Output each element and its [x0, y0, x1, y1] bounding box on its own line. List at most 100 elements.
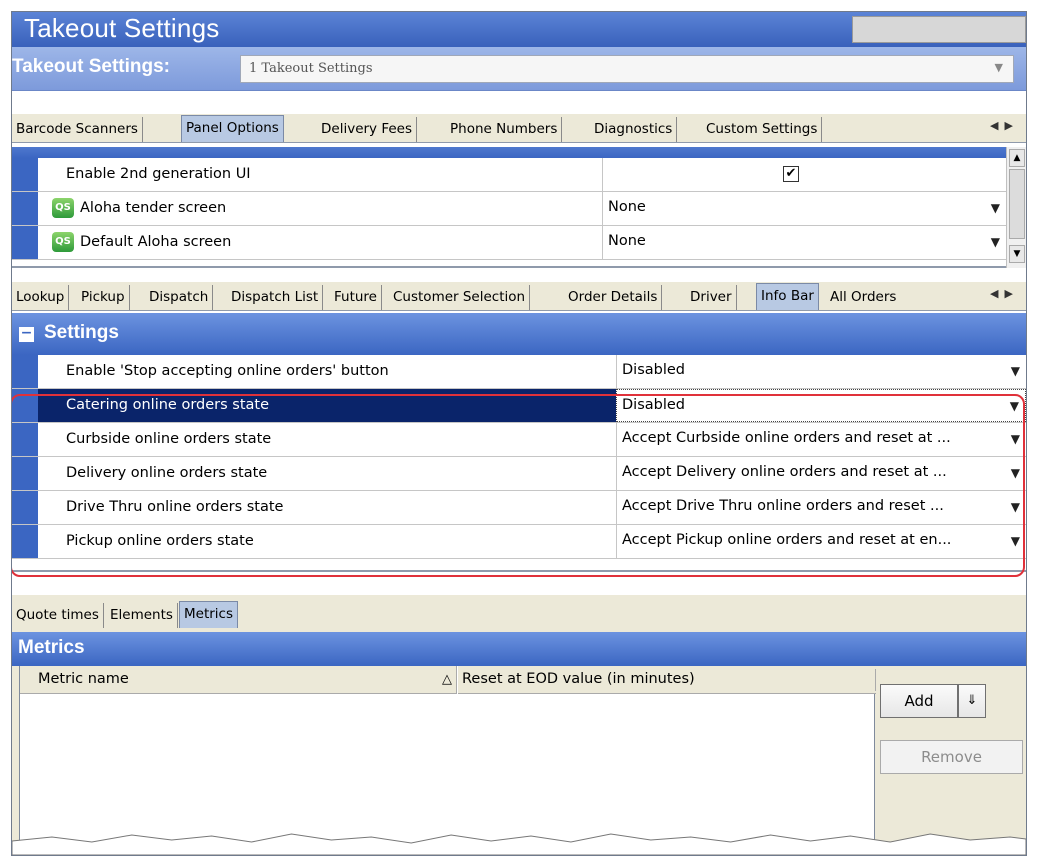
remove-button[interactable]: Remove [880, 740, 1023, 774]
tab-barcode-scanners[interactable]: Barcode Scanners [12, 117, 143, 142]
settings-row[interactable]: Catering online orders state Disabled ▼ [12, 389, 1026, 423]
property-name: Aloha tender screen [80, 200, 227, 216]
settings-group-header[interactable]: − Settings [12, 313, 1026, 355]
tab-dispatch-list[interactable]: Dispatch List [227, 285, 324, 310]
tab-metrics[interactable]: Metrics [179, 601, 239, 628]
row-gutter [12, 491, 38, 524]
tab-quote-times[interactable]: Quote times [12, 603, 104, 628]
column-divider [875, 669, 876, 691]
column-header-metric-name[interactable]: Metric name △ [20, 666, 457, 694]
curbside-orders-state-dropdown[interactable]: Accept Curbside online orders and reset … [616, 423, 1026, 456]
property-name: Default Aloha screen [80, 234, 232, 250]
chevron-down-icon: ▼ [994, 61, 1003, 74]
scroll-thumb[interactable] [1009, 169, 1025, 239]
property-name: Drive Thru online orders state [66, 499, 284, 515]
takeout-settings-dropdown[interactable]: 1 Takeout Settings ▼ [240, 55, 1014, 83]
tab-scroll-arrows-icon[interactable]: ◀▶ [990, 119, 1019, 132]
selector-label: Takeout Settings: [12, 56, 170, 77]
panel-options-scrollbar[interactable]: ▲ ▼ [1006, 147, 1026, 268]
row-gutter [12, 457, 38, 490]
tab-diagnostics[interactable]: Diagnostics [590, 117, 678, 142]
row-gutter [12, 355, 38, 388]
property-name: Curbside online orders state [66, 431, 272, 447]
row-gutter [12, 525, 38, 558]
settings-grid: − Settings Enable 'Stop accepting online… [12, 313, 1026, 572]
chevron-down-icon: ▼ [1010, 500, 1020, 514]
chevron-down-icon: ▼ [990, 201, 1000, 215]
chevron-down-icon: ▼ [1010, 466, 1020, 480]
top-tab-strip: Barcode Scanners Panel Options Delivery … [12, 114, 1026, 143]
property-value: Accept Drive Thru online orders and rese… [622, 498, 944, 514]
middle-tab-strip: Lookup Pickup Dispatch Dispatch List Fut… [12, 282, 1026, 311]
tab-order-details[interactable]: Order Details [564, 285, 663, 310]
tab-future[interactable]: Future [330, 285, 382, 310]
tab-dispatch[interactable]: Dispatch [145, 285, 214, 310]
tab-driver[interactable]: Driver [686, 285, 737, 310]
chevron-down-icon: ▼ [1010, 534, 1020, 548]
tab-delivery-fees[interactable]: Delivery Fees [317, 117, 417, 142]
property-value: Accept Pickup online orders and reset at… [622, 532, 952, 548]
add-button[interactable]: Add [880, 684, 958, 718]
panel-options-group-header [12, 147, 1006, 158]
selector-row: Takeout Settings: 1 Takeout Settings ▼ [12, 47, 1026, 91]
chevron-down-icon: ▼ [990, 235, 1000, 249]
drive-thru-orders-state-dropdown[interactable]: Accept Drive Thru online orders and rese… [616, 491, 1026, 524]
tab-elements[interactable]: Elements [106, 603, 178, 628]
column-label: Reset at EOD value (in minutes) [462, 671, 695, 687]
window-title: Takeout Settings [24, 13, 220, 43]
selector-value: 1 Takeout Settings [249, 61, 373, 76]
settings-row[interactable]: Drive Thru online orders state Accept Dr… [12, 491, 1026, 525]
row-gutter [12, 192, 38, 225]
tab-lookup[interactable]: Lookup [12, 285, 70, 310]
tab-info-bar[interactable]: Info Bar [756, 283, 819, 310]
settings-row[interactable]: Delivery online orders state Accept Deli… [12, 457, 1026, 491]
property-name: Delivery online orders state [66, 465, 268, 481]
chevron-down-icon: ▼ [1010, 364, 1020, 378]
property-name: Enable 2nd generation UI [66, 166, 251, 182]
row-gutter [12, 226, 38, 259]
column-header-reset-value[interactable]: Reset at EOD value (in minutes) [458, 666, 876, 694]
tab-pickup[interactable]: Pickup [77, 285, 130, 310]
tab-customer-selection[interactable]: Customer Selection [389, 285, 531, 310]
pickup-orders-state-dropdown[interactable]: Accept Pickup online orders and reset at… [616, 525, 1026, 558]
column-label: Metric name [38, 671, 129, 687]
property-value: None [608, 233, 646, 249]
property-value: Accept Delivery online orders and reset … [622, 464, 947, 480]
torn-edge [12, 833, 1026, 855]
catering-orders-state-dropdown[interactable]: Disabled ▼ [616, 389, 1026, 422]
delivery-orders-state-dropdown[interactable]: Accept Delivery online orders and reset … [616, 457, 1026, 490]
property-value: Disabled [622, 397, 685, 413]
property-value: None [608, 199, 646, 215]
bottom-tab-strip: Quote times Elements Metrics [12, 595, 1026, 632]
title-bar-box [852, 16, 1026, 43]
aloha-tender-screen-dropdown[interactable]: None ▼ [602, 192, 1006, 225]
settings-row[interactable]: Curbside online orders state Accept Curb… [12, 423, 1026, 457]
default-aloha-screen-dropdown[interactable]: None ▼ [602, 226, 1006, 259]
property-value-cell[interactable]: ✔ [602, 158, 1006, 191]
title-bar: Takeout Settings [12, 12, 1026, 47]
property-name: Pickup online orders state [66, 533, 254, 549]
takeout-settings-window: Takeout Settings Takeout Settings: 1 Tak… [11, 11, 1027, 856]
tab-phone-numbers[interactable]: Phone Numbers [446, 117, 563, 142]
property-value: Accept Curbside online orders and reset … [622, 430, 951, 446]
settings-row[interactable]: Pickup online orders state Accept Pickup… [12, 525, 1026, 559]
chevron-down-icon: ▼ [1009, 399, 1019, 413]
stop-accepting-button-dropdown[interactable]: Disabled ▼ [616, 355, 1026, 388]
tab-all-orders[interactable]: All Orders [826, 285, 940, 310]
collapse-icon[interactable]: − [19, 326, 34, 342]
property-row[interactable]: Enable 2nd generation UI ✔ [12, 158, 1006, 192]
panel-options-grid: Enable 2nd generation UI ✔ QS Aloha tend… [12, 147, 1006, 268]
enable-2nd-gen-ui-checkbox[interactable]: ✔ [783, 166, 799, 182]
tab-scroll-arrows-icon[interactable]: ◀▶ [990, 287, 1019, 300]
row-gutter [12, 423, 38, 456]
property-row[interactable]: QS Default Aloha screen None ▼ [12, 226, 1006, 260]
tab-custom-settings[interactable]: Custom Settings [702, 117, 823, 142]
settings-group-title: Settings [44, 322, 119, 343]
settings-row[interactable]: Enable 'Stop accepting online orders' bu… [12, 355, 1026, 389]
qs-icon: QS [52, 232, 74, 252]
scroll-up-icon[interactable]: ▲ [1009, 149, 1025, 167]
add-dropdown-icon[interactable]: ⇓ [958, 684, 986, 718]
property-row[interactable]: QS Aloha tender screen None ▼ [12, 192, 1006, 226]
tab-panel-options[interactable]: Panel Options [181, 115, 284, 142]
scroll-down-icon[interactable]: ▼ [1009, 245, 1025, 263]
